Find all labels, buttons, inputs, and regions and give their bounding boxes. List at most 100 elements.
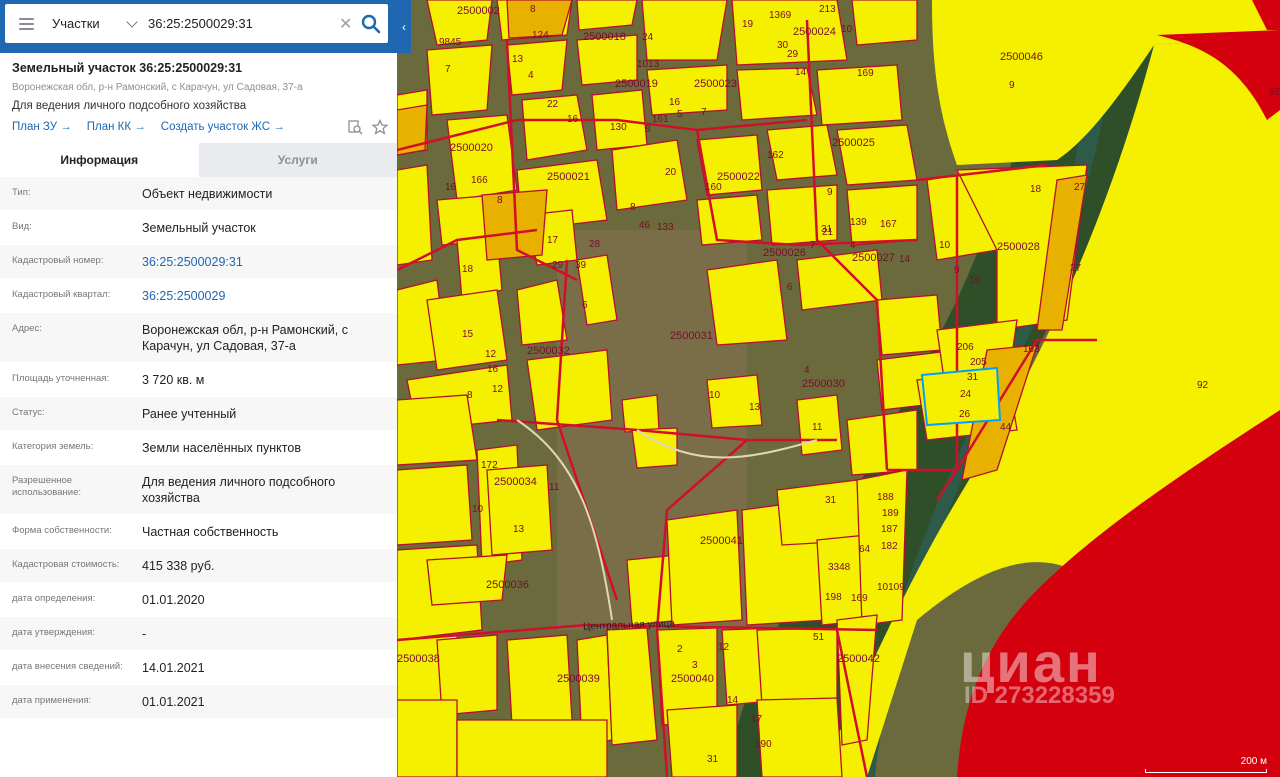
attr-value: Земли населённых пунктов — [142, 441, 301, 455]
attr-label: дата определения: — [12, 593, 96, 604]
parcel-label: 11 — [812, 422, 823, 433]
parcel-label: 161 — [652, 114, 669, 125]
parcel-label: 182 — [881, 541, 898, 552]
parcel-label: 162 — [767, 150, 784, 161]
attr-row-status: Статус: Ранее учтенный — [0, 397, 397, 431]
parcel-label: 187 — [881, 524, 898, 535]
quarter-label-2500024[interactable]: 2500024 — [793, 26, 836, 38]
parcel-label: 6 — [582, 300, 588, 311]
quarter-label-2500026[interactable]: 2500026 — [763, 247, 806, 259]
attr-value: 01.01.2020 — [142, 593, 205, 607]
parcel-label: 44 — [1000, 422, 1012, 433]
quarter-label-2500030[interactable]: 2500030 — [802, 378, 845, 390]
attr-row-kind: Вид: Земельный участок — [0, 211, 397, 245]
quarter-label-2500023[interactable]: 2500023 — [694, 78, 737, 90]
attr-value: Ранее учтенный — [142, 407, 237, 421]
parcel-label: 26 — [959, 409, 971, 420]
quarter-label-2500022[interactable]: 2500022 — [717, 171, 760, 183]
quarter-label-2500046[interactable]: 2500046 — [1000, 51, 1043, 63]
menu-icon[interactable] — [19, 17, 34, 30]
parcel-label: 92 — [1269, 87, 1280, 98]
parcel-label: 172 — [481, 460, 498, 471]
quarter-label-2500039[interactable]: 2500039 — [557, 673, 600, 685]
clear-icon[interactable]: ✕ — [339, 14, 352, 34]
cadastral-quarter-link[interactable]: 36:25:2500029 — [142, 279, 397, 312]
quarter-label-2500025[interactable]: 2500025 — [832, 137, 875, 149]
quarter-label-2500021[interactable]: 2500021 — [547, 171, 590, 183]
attr-label: Разрешенное использование: — [12, 475, 82, 498]
attr-value: Частная собственность — [142, 525, 279, 539]
quarter-label-2500002[interactable]: 2500002 — [457, 5, 500, 17]
chevron-down-icon — [126, 15, 138, 28]
parcel-label: 19 — [742, 19, 754, 30]
parcel-label: 10109 — [877, 582, 905, 593]
plan-zu-link[interactable]: План ЗУ → — [12, 121, 72, 133]
attr-label: Кадастровый номер: — [12, 255, 104, 266]
quarter-label-2500028[interactable]: 2500028 — [997, 241, 1040, 253]
parcel-label: 13 — [749, 402, 761, 413]
attr-row-land-category: Категория земель: Земли населённых пункт… — [0, 431, 397, 465]
parcel-label: 15 — [462, 329, 474, 340]
quarter-label-2500032[interactable]: 2500032 — [527, 345, 570, 357]
plan-kk-link[interactable]: План КК → — [87, 121, 146, 133]
parcel-title: Земельный участок 36:25:2500029:31 — [12, 61, 243, 75]
parcel-label: 9 — [827, 187, 833, 198]
parcel-label: 92 — [1197, 380, 1209, 391]
parcel-label: 166 — [471, 175, 488, 186]
collapse-panel-button[interactable]: ‹ — [397, 0, 411, 53]
cadastral-number-link[interactable]: 36:25:2500029:31 — [142, 245, 397, 278]
object-type-select[interactable]: Участки — [52, 15, 138, 31]
parcel-label: 14 — [899, 254, 911, 265]
parcel-label: 29 — [787, 49, 799, 60]
parcel-label: 11 — [549, 482, 560, 493]
parcel-label: 3348 — [828, 562, 851, 573]
quarter-label-2500019[interactable]: 2500019 — [615, 78, 658, 90]
attr-label: Тип: — [12, 187, 31, 198]
quarter-label-2500042[interactable]: 2500042 — [837, 653, 880, 665]
search-input[interactable] — [148, 16, 333, 31]
tab-information[interactable]: Информация — [0, 143, 199, 177]
quarter-label-2500018[interactable]: 2500018 — [583, 31, 626, 43]
attr-label: Статус: — [12, 407, 45, 418]
parcel-label: 18 — [1030, 184, 1042, 195]
parcel-label: 12 — [718, 642, 730, 653]
document-search-icon[interactable] — [347, 119, 363, 135]
create-plot-link[interactable]: Создать участок ЖС → — [161, 121, 285, 133]
attr-value: 14.01.2021 — [142, 661, 205, 675]
parcel-label: 8 — [467, 390, 473, 401]
quarter-label-2500036[interactable]: 2500036 — [486, 579, 529, 591]
parcel-label: 27 — [1070, 263, 1082, 274]
parcel-label: 17 — [547, 235, 559, 246]
star-icon[interactable] — [372, 119, 388, 135]
parcel-label: 7 — [701, 107, 707, 118]
parcel-label: 8 — [497, 195, 503, 206]
quarter-label-2500038[interactable]: 2500038 — [397, 653, 440, 665]
quarter-label-2500041[interactable]: 2500041 — [700, 535, 743, 547]
parcel-links: План ЗУ → План КК → Создать участок ЖС → — [12, 119, 392, 135]
map-svg[interactable]: 2500002 2500018 2500024 2500046 2500019 … — [397, 0, 1280, 777]
quarter-label-2500027[interactable]: 2500027 — [852, 252, 895, 264]
attr-value: - — [142, 627, 147, 641]
quarter-label-2500020[interactable]: 2500020 — [450, 142, 493, 154]
tab-services[interactable]: Услуги — [198, 143, 397, 177]
attr-value: Земельный участок — [142, 221, 256, 235]
parcel-label: 24 — [960, 389, 972, 400]
parcel-label: 10 — [841, 24, 853, 35]
search-icon[interactable] — [360, 13, 382, 35]
parcel-label: 189 — [882, 508, 899, 519]
parcel-use: Для ведения личного подсобного хозяйства — [12, 100, 247, 112]
parcel-label: 160 — [705, 182, 722, 193]
attr-value: 01.01.2021 — [142, 695, 205, 709]
attr-row-cadastral-quarter: Кадастровый квартал: 36:25:2500029 — [0, 279, 397, 313]
attr-label: Адрес: — [12, 323, 42, 334]
panel-tabs: Информация Услуги — [0, 143, 397, 177]
parcel-label: 169 — [857, 68, 874, 79]
quarter-label-2500034[interactable]: 2500034 — [494, 476, 537, 488]
attr-value: 3 720 кв. м — [142, 373, 205, 387]
quarter-label-2500040[interactable]: 2500040 — [671, 673, 714, 685]
map-canvas[interactable]: 2500002 2500018 2500024 2500046 2500019 … — [397, 0, 1280, 777]
parcel-label: 31 — [825, 495, 837, 506]
parcel-label: 198 — [825, 592, 842, 603]
quarter-label-2500031[interactable]: 2500031 — [670, 330, 713, 342]
parcel-label: 9 — [1009, 80, 1015, 91]
